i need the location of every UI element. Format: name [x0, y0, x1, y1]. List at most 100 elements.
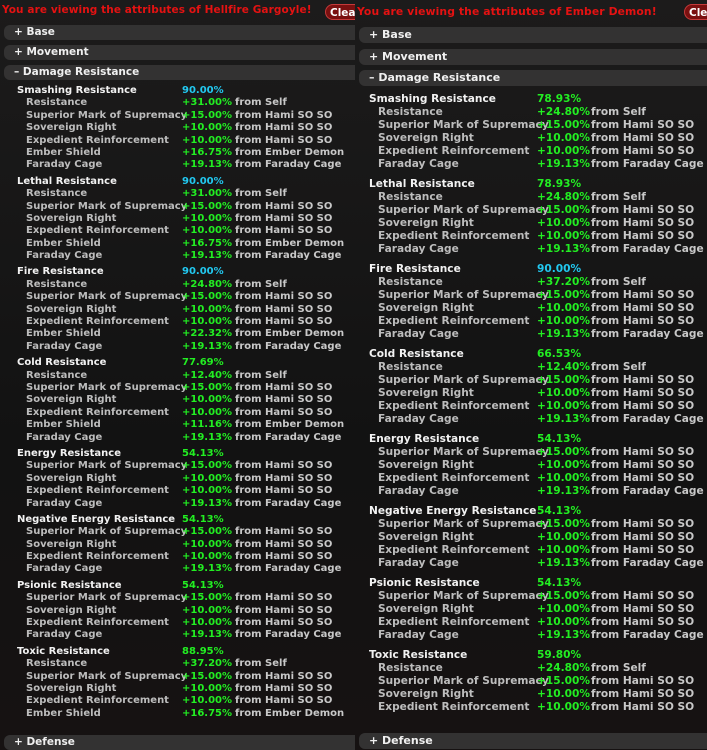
source-power-name: Sovereign Right [26, 538, 117, 550]
source-origin: from Hami SO SO [235, 472, 333, 484]
category-total: 66.53% [537, 348, 582, 360]
source-value: +19.13% [182, 563, 233, 575]
resistance-category: Lethal Resistance 78.93% Resistance +24.80%… [355, 178, 707, 256]
source-value: +10.00% [537, 616, 590, 628]
source-power-name: Expedient Reinforcement [378, 400, 530, 412]
resistance-source-row: Expedient Reinforcement +10.00% from Hami … [0, 135, 355, 147]
section-damage-resistance-toggle[interactable]: – Damage Resistance [359, 70, 707, 86]
resistance-source-row: Faraday Cage +19.13% from Faraday Cage [0, 341, 355, 353]
section-movement-toggle[interactable]: + Movement [4, 45, 355, 60]
source-origin: from Faraday Cage [235, 431, 342, 443]
section-base-toggle[interactable]: + Base [4, 25, 355, 40]
source-power-name: Resistance [378, 276, 443, 288]
attributes-panel-ember-demon: You are viewing the attributes of Ember … [355, 0, 707, 750]
source-power-name: Sovereign Right [378, 132, 474, 144]
source-origin: from Hami SO SO [591, 544, 695, 556]
section-defense-toggle[interactable]: + Defense [4, 735, 355, 750]
source-value: +12.40% [537, 361, 590, 373]
category-name: Energy Resistance [369, 433, 480, 445]
source-value: +19.13% [537, 557, 590, 569]
source-power-name: Resistance [26, 188, 88, 200]
source-power-name: Resistance [378, 191, 443, 203]
resistance-source-row: Superior Mark of Supremacy +15.00% from Ha… [0, 460, 355, 472]
resistance-source-row: Superior Mark of Supremacy +15.00% from Ha… [355, 204, 707, 217]
category-total: 78.93% [537, 178, 582, 190]
source-power-name: Resistance [26, 369, 88, 381]
section-damage-resistance-toggle[interactable]: – Damage Resistance [4, 65, 355, 80]
source-value: +10.00% [537, 132, 590, 144]
category-total: 54.13% [182, 579, 224, 591]
source-value: +16.75% [182, 146, 233, 158]
source-origin: from Faraday Cage [591, 158, 704, 170]
source-power-name: Expedient Reinforcement [378, 230, 530, 242]
source-value: +10.00% [182, 604, 233, 616]
resistance-source-row: Faraday Cage +19.13% from Faraday Cage [355, 328, 707, 341]
source-power-name: Sovereign Right [26, 604, 117, 616]
resistance-source-row: Resistance +24.80% from Self [355, 662, 707, 675]
source-origin: from Hami SO SO [591, 374, 695, 386]
resistance-source-row: Resistance +24.80% from Self [355, 106, 707, 119]
source-origin: from Faraday Cage [235, 159, 342, 171]
source-value: +10.00% [537, 544, 590, 556]
resistance-source-row: Superior Mark of Supremacy +15.00% from Ha… [0, 382, 355, 394]
clear-button[interactable]: Clear [684, 4, 707, 20]
source-origin: from Hami SO SO [235, 122, 333, 134]
category-total: 54.13% [537, 505, 582, 517]
section-base-toggle[interactable]: + Base [359, 27, 707, 43]
source-origin: from Hami SO SO [591, 531, 695, 543]
source-power-name: Expedient Reinforcement [26, 225, 169, 237]
source-origin: from Hami SO SO [235, 200, 333, 212]
source-power-name: Resistance [378, 106, 443, 118]
source-power-name: Faraday Cage [26, 250, 103, 262]
resistance-source-row: Ember Shield +16.75% from Ember Demon [0, 147, 355, 159]
source-power-name: Resistance [378, 662, 443, 674]
source-origin: from Faraday Cage [235, 629, 342, 641]
category-header: Fire Resistance 90.00% [0, 266, 355, 278]
section-defense-toggle[interactable]: + Defense [359, 733, 707, 749]
source-origin: from Hami SO SO [235, 592, 333, 604]
source-origin: from Hami SO SO [235, 670, 333, 682]
source-origin: from Faraday Cage [235, 340, 342, 352]
attributes-panel-hellfire-gargoyle: You are viewing the attributes of Hellfi… [0, 0, 356, 750]
clear-button[interactable]: Clear [325, 4, 355, 20]
source-origin: from Hami SO SO [235, 316, 333, 328]
source-power-name: Superior Mark of Supremacy [26, 200, 188, 212]
resistance-category: Negative Energy Resistance 54.13% Superior… [0, 514, 355, 576]
resistance-source-row: Superior Mark of Supremacy +15.00% from Ha… [355, 289, 707, 302]
category-name: Energy Resistance [17, 447, 121, 459]
source-value: +15.00% [182, 291, 233, 303]
source-power-name: Sovereign Right [26, 122, 117, 134]
source-origin: from Hami SO SO [235, 303, 333, 315]
section-movement-toggle[interactable]: + Movement [359, 49, 707, 65]
source-origin: from Faraday Cage [235, 250, 342, 262]
source-origin: from Ember Demon [235, 419, 345, 431]
source-power-name: Faraday Cage [378, 243, 459, 255]
category-header: Negative Energy Resistance 54.13% [0, 514, 355, 526]
source-value: +16.75% [182, 707, 233, 719]
source-origin: from Hami SO SO [591, 616, 695, 628]
category-header: Toxic Resistance 59.80% [355, 649, 707, 662]
source-value: +10.00% [182, 695, 233, 707]
source-value: +37.20% [182, 658, 233, 670]
resistance-source-row: Faraday Cage +19.13% from Faraday Cage [0, 250, 355, 262]
resistance-source-row: Resistance +12.40% from Self [355, 361, 707, 374]
source-value: +19.13% [537, 485, 590, 497]
source-origin: from Hami SO SO [235, 682, 333, 694]
category-name: Smashing Resistance [17, 85, 137, 96]
source-origin: from Self [591, 106, 646, 118]
source-value: +10.00% [182, 316, 233, 328]
resistance-source-row: Sovereign Right +10.00% from Hami SO SO [0, 473, 355, 485]
source-value: +10.00% [537, 400, 590, 412]
resistance-source-row: Sovereign Right +10.00% from Hami SO SO [0, 394, 355, 406]
resistance-source-row: Sovereign Right +10.00% from Hami SO SO [0, 122, 355, 134]
panel-title: You are viewing the attributes of Hellfi… [2, 4, 312, 16]
category-name: Psionic Resistance [17, 579, 122, 591]
resistance-source-row: Sovereign Right +10.00% from Hami SO SO [355, 531, 707, 544]
resistance-source-row: Expedient Reinforcement +10.00% from Hami … [355, 315, 707, 328]
source-power-name: Sovereign Right [26, 394, 117, 406]
source-origin: from Hami SO SO [591, 145, 695, 157]
source-power-name: Expedient Reinforcement [26, 316, 169, 328]
category-name: Lethal Resistance [17, 175, 117, 187]
source-power-name: Faraday Cage [26, 431, 103, 443]
resistance-source-row: Sovereign Right +10.00% from Hami SO SO [355, 302, 707, 315]
